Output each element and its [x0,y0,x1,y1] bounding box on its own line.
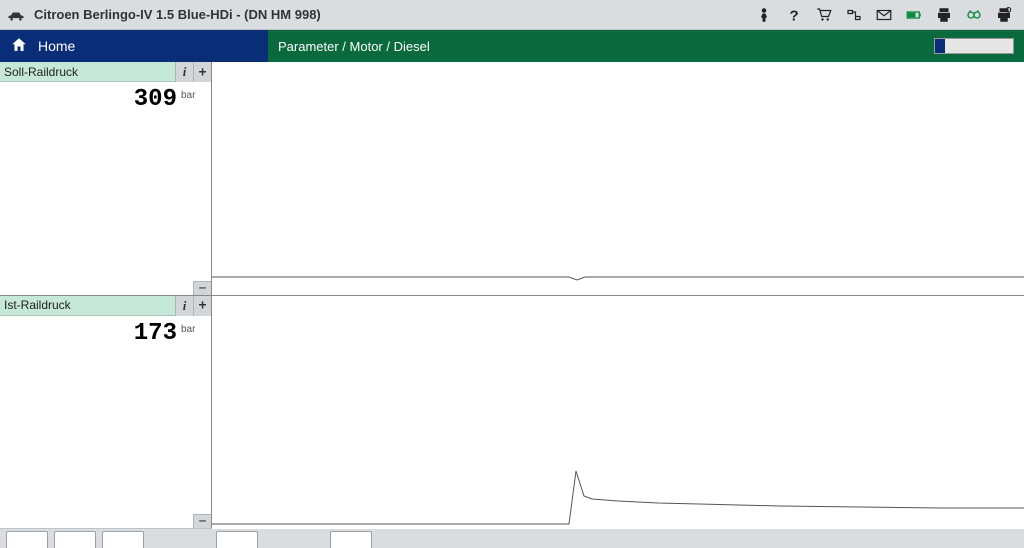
param-name: Soll-Raildruck [4,65,78,79]
settings-print-icon[interactable] [990,3,1018,27]
param-block-ist-raildruck: Ist-Raildruck i + 173 bar − [0,296,211,529]
home-icon [10,36,28,57]
help-icon[interactable]: ? [780,3,808,27]
vehicle-title: Citroen Berlingo-IV 1.5 Blue-HDi - (DN H… [34,7,321,22]
param-value: 309 [0,86,205,113]
bottom-toolbar [0,528,1024,548]
param-unit: bar [181,324,207,335]
print-icon[interactable] [930,3,958,27]
add-button[interactable]: + [193,296,211,316]
collapse-button[interactable]: − [193,281,211,295]
toolbar-button-3[interactable] [102,531,144,548]
param-unit: bar [181,90,207,101]
diagnostic-icon[interactable] [960,3,988,27]
home-button[interactable]: Home [0,30,268,62]
home-label: Home [38,38,75,54]
car-icon [6,8,26,22]
graph-soll-raildruck [212,62,1024,296]
toolbar-button-2[interactable] [54,531,96,548]
progress-indicator [934,38,1014,54]
content-area: Soll-Raildruck i + 309 bar − Ist-Raildru… [0,62,1024,528]
toolbar-button-1[interactable] [6,531,48,548]
info-button[interactable]: i [175,62,193,82]
breadcrumb-bar: Parameter / Motor / Diesel [268,30,1024,62]
graph-column [212,62,1024,528]
info-button[interactable]: i [175,296,193,316]
battery-icon[interactable] [900,3,928,27]
collapse-button[interactable]: − [193,514,211,528]
svg-text:?: ? [790,7,799,24]
parameter-sidebar: Soll-Raildruck i + 309 bar − Ist-Raildru… [0,62,212,528]
person-icon[interactable] [750,3,778,27]
param-block-soll-raildruck: Soll-Raildruck i + 309 bar − [0,62,211,296]
add-button[interactable]: + [193,62,211,82]
mail-icon[interactable] [870,3,898,27]
breadcrumb: Parameter / Motor / Diesel [278,39,430,54]
title-bar: Citroen Berlingo-IV 1.5 Blue-HDi - (DN H… [0,0,1024,30]
param-value: 173 [0,320,205,347]
param-header: Soll-Raildruck i + [0,62,211,82]
cart-icon[interactable] [810,3,838,27]
nav-bar: Home Parameter / Motor / Diesel [0,30,1024,62]
toolbar-button-4[interactable] [216,531,258,548]
param-header: Ist-Raildruck i + [0,296,211,316]
graph-ist-raildruck [212,296,1024,529]
network-icon[interactable] [840,3,868,27]
param-name: Ist-Raildruck [4,298,71,312]
toolbar-button-5[interactable] [330,531,372,548]
